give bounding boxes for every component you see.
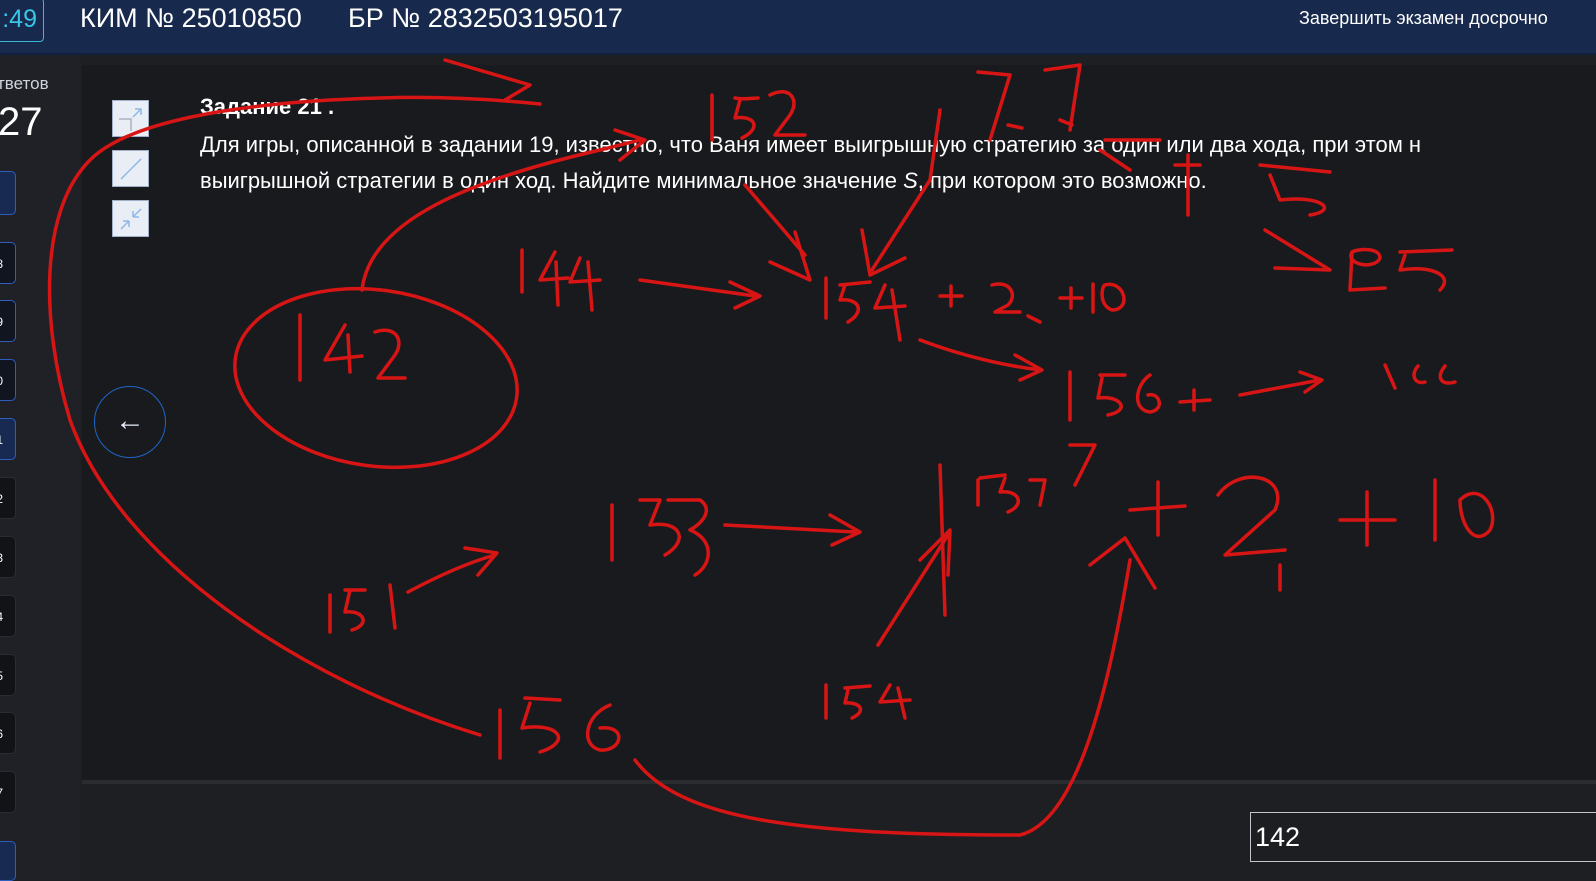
- sidebar-item[interactable]: 8: [0, 242, 16, 284]
- collapse-icon[interactable]: [112, 200, 149, 237]
- task-text: Для игры, описанной в задании 19, извест…: [200, 127, 1596, 199]
- fullscreen-icon[interactable]: [112, 150, 149, 187]
- arrow-left-icon: ←: [115, 404, 145, 437]
- task-title: Задание 21 .: [200, 94, 335, 119]
- task-text-line-2: выигрышной стратегии в один ход. Найдите…: [200, 168, 1207, 193]
- answer-input[interactable]: [1250, 812, 1596, 862]
- expand-icon[interactable]: [112, 100, 149, 137]
- answers-label: тветов: [0, 74, 49, 93]
- sidebar-item[interactable]: 9: [0, 300, 16, 342]
- task-text-line-1: Для игры, описанной в задании 19, извест…: [200, 132, 1422, 157]
- sidebar-item-bottom[interactable]: [0, 841, 16, 881]
- timer: :49: [0, 0, 44, 42]
- sidebar-item[interactable]: 0: [0, 359, 16, 401]
- sidebar-item[interactable]: 2: [0, 477, 16, 519]
- sidebar-item[interactable]: 7: [0, 771, 16, 813]
- kim-number: КИМ № 25010850: [80, 3, 302, 33]
- sidebar-item-current[interactable]: [0, 171, 16, 215]
- br-number: БР № 2832503195017: [348, 3, 623, 33]
- answers-count: 27: [0, 100, 43, 144]
- panel-divider: [82, 780, 1596, 784]
- sidebar-item[interactable]: 3: [0, 536, 16, 578]
- sidebar-item[interactable]: 6: [0, 712, 16, 754]
- sidebar: тветов 27 8 9 0 1 2 3 4 5 6 7: [0, 55, 80, 881]
- back-button[interactable]: ←: [94, 386, 166, 458]
- sidebar-item[interactable]: 5: [0, 654, 16, 696]
- top-bar: :49 КИМ № 25010850 БР № 2832503195017 За…: [0, 0, 1596, 55]
- sidebar-item[interactable]: 1: [0, 418, 16, 460]
- sidebar-item[interactable]: 4: [0, 595, 16, 637]
- finish-exam-button[interactable]: Завершить экзамен досрочно: [1299, 8, 1548, 29]
